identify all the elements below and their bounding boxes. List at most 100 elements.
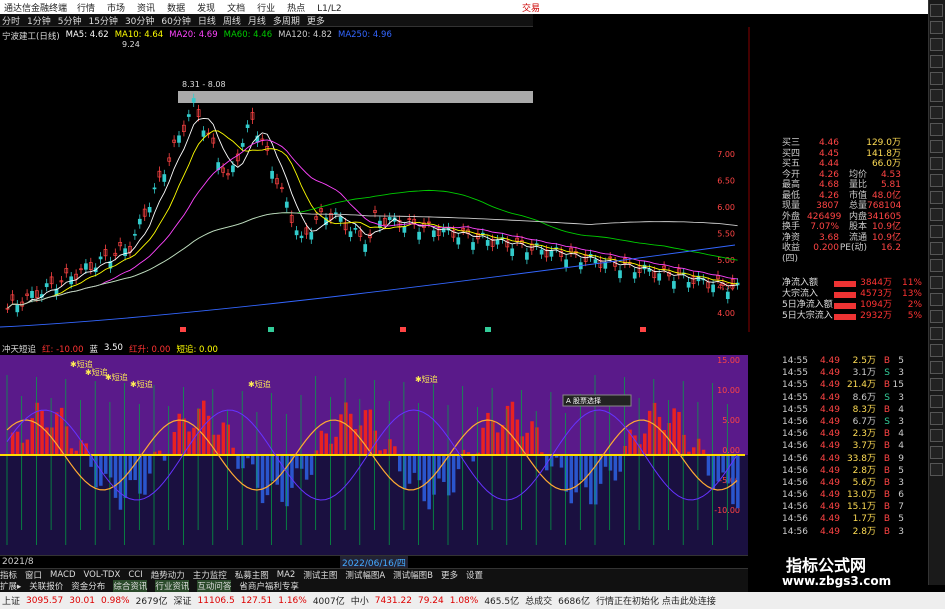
period-tab[interactable]: 日线 <box>198 14 216 27</box>
sidebar-tool-icon[interactable] <box>930 106 943 119</box>
period-tab[interactable]: 5分钟 <box>58 14 82 27</box>
period-tab[interactable]: 30分钟 <box>125 14 154 27</box>
sidebar-tool-icon[interactable] <box>930 174 943 187</box>
sub-bar <box>491 420 495 455</box>
quote-panel: 买三 4.46 129.0万 买四 4.45 141.8万 买五 4.44 66.0万 今开 4.2… <box>782 138 928 264</box>
sidebar-tool-icon[interactable] <box>930 157 943 170</box>
sidebar-tool-icon[interactable] <box>930 429 943 442</box>
sidebar-tool-icon[interactable] <box>930 191 943 204</box>
sidebar-tool-icon[interactable] <box>930 21 943 34</box>
period-tab[interactable]: 更多 <box>307 14 325 27</box>
sidebar-tool-icon[interactable] <box>930 259 943 272</box>
tick-count: 9 <box>898 453 904 464</box>
menu-item[interactable]: 发现 <box>197 4 215 14</box>
sidebar-tool-icon[interactable] <box>930 361 943 374</box>
period-tab[interactable]: 多周期 <box>273 14 300 27</box>
menu-item[interactable]: L1/L2 <box>317 4 342 14</box>
sidebar-tool-icon[interactable] <box>930 140 943 153</box>
sidebar-tool-icon[interactable] <box>930 208 943 221</box>
indicator-tab[interactable]: 指标 <box>0 569 17 581</box>
sidebar-tool-icon[interactable] <box>930 38 943 51</box>
extension-tab[interactable]: 省商户福利专享 <box>239 580 299 592</box>
indicator-tab[interactable]: MA2 <box>277 570 296 580</box>
flow-value: 1094万 <box>860 300 892 310</box>
sidebar-tool-icon[interactable] <box>930 463 943 476</box>
sub-bar <box>295 455 299 469</box>
sidebar-tool-icon[interactable] <box>930 72 943 85</box>
stat-label2: PE(动) <box>839 243 867 253</box>
sub-bar <box>309 455 314 475</box>
candle-body <box>564 259 568 268</box>
period-tab[interactable]: 周线 <box>223 14 241 27</box>
menu-item[interactable]: 行业 <box>257 4 275 14</box>
menu-item[interactable]: 行情 <box>77 4 95 14</box>
candle-body <box>657 273 662 281</box>
stat-label2: 量比 <box>848 180 867 190</box>
tick-time: 14:56 <box>782 441 808 452</box>
popup-label[interactable]: A 股票选择 <box>566 396 601 405</box>
indicator-tab[interactable]: 窗口 <box>25 569 42 581</box>
sidebar-tool-icon[interactable] <box>930 412 943 425</box>
tick-side: B <box>883 453 890 464</box>
candle-body <box>485 240 490 246</box>
extension-tab[interactable]: 资金分布 <box>71 580 105 592</box>
stat-row: 收益(四) 0.200 PE(动) 16.2 <box>782 243 928 264</box>
tick-side: B <box>883 429 890 440</box>
indicator-tab[interactable]: 主力监控 <box>193 569 227 581</box>
indicator-tab[interactable]: 测试主图 <box>303 569 337 581</box>
sidebar-tool-icon[interactable] <box>930 446 943 459</box>
tick-list[interactable]: 14:55 4.49 2.5万 B 5 14:55 4.49 3.1万 S 3 14:55 4.49 2… <box>782 355 928 538</box>
flow-pct: 2% <box>907 300 922 310</box>
sidebar-tool-icon[interactable] <box>930 4 943 17</box>
sidebar-tool-icon[interactable] <box>930 276 943 289</box>
trade-button[interactable]: 交易 <box>522 1 540 14</box>
sidebar-tool-icon[interactable] <box>930 242 943 255</box>
menu-item[interactable]: 数据 <box>167 4 185 14</box>
extension-tab[interactable]: 关联报价 <box>29 580 63 592</box>
indicator-tab[interactable]: 设置 <box>466 569 483 581</box>
sidebar-tool-icon[interactable] <box>930 327 943 340</box>
period-tab[interactable]: 60分钟 <box>161 14 190 27</box>
extension-tab[interactable]: 扩展▸ <box>0 580 21 592</box>
extension-tab[interactable]: 综合资讯 <box>113 580 148 592</box>
period-tab[interactable]: 分时 <box>2 14 20 27</box>
extension-tab[interactable]: 行业资讯 <box>155 580 190 592</box>
kline-chart[interactable]: 7.00 6.50 6.00 5.50 5.00 4.50 4.00 9.24 8.31 - 8… <box>0 27 750 332</box>
period-tab[interactable]: 1分钟 <box>27 14 51 27</box>
period-tab[interactable]: 15分钟 <box>88 14 117 27</box>
flow-label: 5日净流入额 <box>782 300 833 310</box>
sidebar-tool-icon[interactable] <box>930 293 943 306</box>
menu-item[interactable]: 资讯 <box>137 4 155 14</box>
indicator-tab[interactable]: VOL-TDX <box>84 570 121 580</box>
sub-bar <box>481 427 485 455</box>
indicator-tab[interactable]: 测试幅图B <box>393 569 433 581</box>
sidebar-tool-icon[interactable] <box>930 123 943 136</box>
sidebar-tool-icon[interactable] <box>930 344 943 357</box>
sidebar-tool-icon[interactable] <box>930 378 943 391</box>
sidebar-tool-icon[interactable] <box>930 310 943 323</box>
indicator-tab[interactable]: CCI <box>128 570 142 580</box>
sidebar-tool-icon[interactable] <box>930 225 943 238</box>
sidebar-tool-icon[interactable] <box>930 89 943 102</box>
indicator-tab[interactable]: 更多 <box>441 569 458 581</box>
menu-item[interactable]: 文档 <box>227 4 245 14</box>
indicator-tab[interactable]: 私募主图 <box>235 569 269 581</box>
period-tab[interactable]: 月线 <box>248 14 266 27</box>
tick-price: 4.49 <box>819 453 840 464</box>
flow-value: 2932万 <box>860 311 892 321</box>
indicator-tab[interactable]: MACD <box>50 570 75 580</box>
candle-body <box>240 143 245 147</box>
sidebar-tool-icon[interactable] <box>930 55 943 68</box>
candle-body <box>603 261 608 269</box>
menu-item[interactable]: 热点 <box>287 4 305 14</box>
extension-tab[interactable]: 互动问答 <box>197 580 232 592</box>
sidebar-tool-icon[interactable] <box>930 395 943 408</box>
indicator-tab[interactable]: 趋势动力 <box>151 569 185 581</box>
sub-indicator-chart[interactable]: 15.0010.005.000.00-5.00-10.00✱短追✱短追✱短追✱短… <box>0 355 750 555</box>
status-item: 1.08% <box>449 595 479 606</box>
menu-item[interactable]: 市场 <box>107 4 125 14</box>
flow-row: 大宗流入 4573万 13% <box>782 289 928 300</box>
indicator-tab[interactable]: 测试幅图A <box>345 569 385 581</box>
sub-bar <box>608 455 613 471</box>
candle-body <box>471 242 475 250</box>
